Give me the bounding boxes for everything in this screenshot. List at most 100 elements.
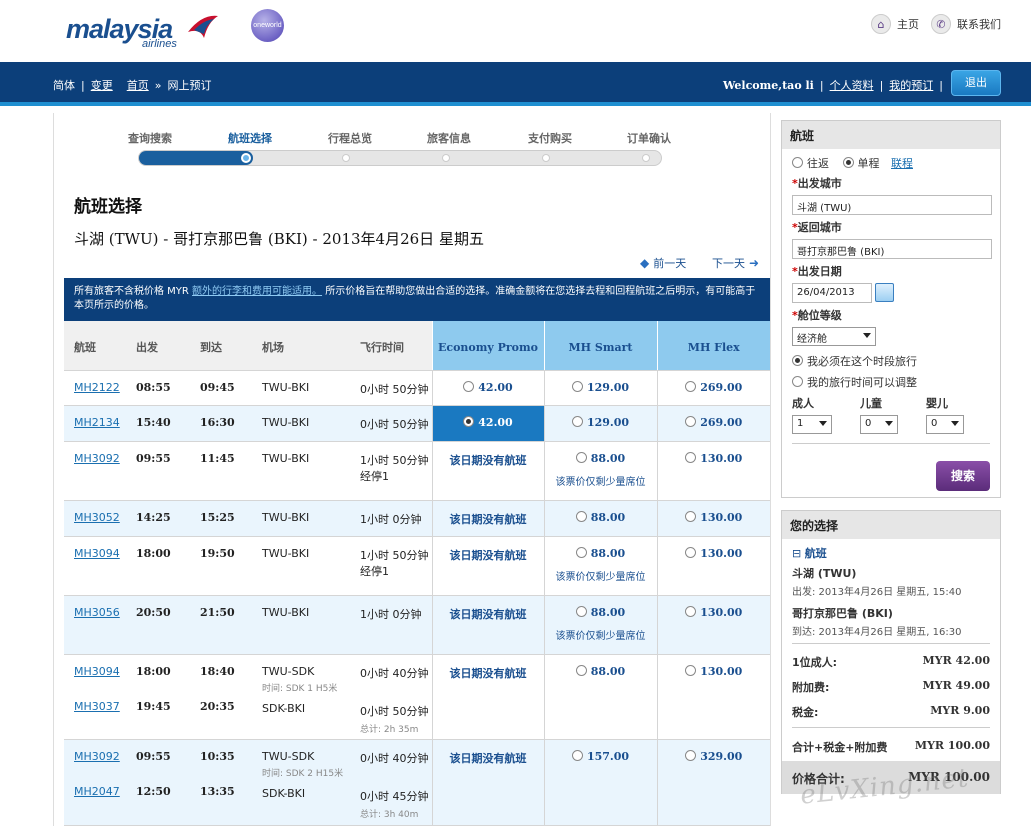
table-row: MH3092 MH2047 09:55 12:50 10:35 13:35 TWU-S… <box>64 739 770 826</box>
adult-fare-label: 1位成人: <box>792 656 838 669</box>
multi-city-link[interactable]: 联程 <box>891 157 913 170</box>
class-label: *舱位等级 <box>792 309 842 322</box>
from-city-input[interactable]: 斗湖 (TWU) <box>792 195 992 215</box>
fare-price: 157.00 <box>586 749 630 763</box>
fare-cell-flex[interactable]: 130.00 <box>656 536 770 596</box>
flight-number-link[interactable]: MH2047 <box>74 785 120 798</box>
flight-number-link[interactable]: MH3092 <box>74 452 120 465</box>
col-flight: 航班 <box>64 321 126 371</box>
fare-cell-flex[interactable]: 130.00 <box>656 595 770 655</box>
duration: 0小时 50分钟 <box>360 382 429 396</box>
fare-radio[interactable] <box>685 380 697 392</box>
time-flexible-radio[interactable] <box>792 376 803 387</box>
fare-cell-smart[interactable]: 129.00 <box>543 370 657 406</box>
fare-radio[interactable] <box>571 749 583 761</box>
no-flight-text: 该日期没有航班 <box>449 751 527 765</box>
flight-number-link[interactable]: MH3094 <box>74 547 120 560</box>
fare-price: 130.00 <box>700 664 743 678</box>
flight-number-link[interactable]: MH3056 <box>74 606 120 619</box>
time-flexible-option[interactable]: 我的旅行时间可以调整 <box>792 374 917 390</box>
flight-number-link[interactable]: MH3094 <box>74 665 120 678</box>
my-bookings-link[interactable]: 我的预订 <box>889 77 933 93</box>
extra-fees-link[interactable]: 额外的行李和费用可能适用。 <box>192 286 322 297</box>
departure-date-input[interactable]: 26/04/2013 <box>792 283 872 303</box>
fare-cell-flex[interactable]: 269.00 <box>656 370 770 406</box>
flight-number-link[interactable]: MH3092 <box>74 750 120 763</box>
summary-to-city: 哥打京那巴鲁 (BKI) <box>792 607 893 620</box>
progress-dot <box>542 154 550 162</box>
contact-link[interactable]: ✆ 联系我们 <box>931 14 1001 34</box>
col-mh-flex: MH Flex <box>656 321 770 371</box>
adult-count-select[interactable]: 1 <box>792 415 832 434</box>
duration: 0小时 40分钟 <box>360 751 429 765</box>
fare-cell-flex[interactable]: 130.00 <box>656 441 770 501</box>
fare-price: 269.00 <box>700 380 743 394</box>
fare-cell-flex[interactable]: 329.00 <box>656 739 770 826</box>
to-city-input[interactable]: 哥打京那巴鲁 (BKI) <box>792 239 992 259</box>
previous-day-link[interactable]: ◆ 前一天 <box>640 255 686 271</box>
fare-radio-selected[interactable] <box>463 415 475 427</box>
change-language-link[interactable]: 变更 <box>91 77 113 93</box>
flight-toggle[interactable]: ⊟ 航班 <box>792 545 827 561</box>
fare-radio[interactable] <box>685 546 697 558</box>
fare-cell-smart[interactable]: 88.00 <box>543 654 657 740</box>
fare-radio[interactable] <box>685 451 697 463</box>
table-row: MH3052 14:25 15:25 TWU-BKI 1小时 0分钟 该日期没有… <box>64 500 770 537</box>
fare-radio[interactable] <box>575 546 587 558</box>
fare-price: 88.00 <box>590 510 626 524</box>
roundtrip-radio[interactable] <box>792 157 803 168</box>
flight-number-link[interactable]: MH3052 <box>74 511 120 524</box>
fare-cell-flex[interactable]: 269.00 <box>656 405 770 442</box>
fare-radio[interactable] <box>571 415 583 427</box>
search-button[interactable]: 搜索 <box>936 461 990 491</box>
next-day-link[interactable]: 下一天 ➜ <box>712 255 759 271</box>
calendar-icon[interactable] <box>875 283 894 302</box>
breadcrumb: 简体 | 变更 首页 » 网上预订 <box>53 77 212 93</box>
fare-radio[interactable] <box>685 605 697 617</box>
table-row: MH3092 09:55 11:45 TWU-BKI 1小时 50分钟 经停1 该… <box>64 441 770 501</box>
arrival-time: 10:35 <box>200 749 235 763</box>
fare-cell-promo[interactable]: 42.00 <box>431 370 544 406</box>
child-count-select[interactable]: 0 <box>860 415 898 434</box>
fare-radio[interactable] <box>575 605 587 617</box>
fare-radio[interactable] <box>685 664 697 676</box>
oneway-radio[interactable] <box>842 157 854 168</box>
time-fixed-label: 我必须在这个时段旅行 <box>807 355 917 368</box>
infant-count-select[interactable]: 0 <box>926 415 964 434</box>
fare-radio[interactable] <box>685 510 697 522</box>
time-fixed-option[interactable]: 我必须在这个时段旅行 <box>792 353 917 369</box>
previous-day-label: 前一天 <box>653 257 687 270</box>
fare-cell-promo-selected[interactable]: 42.00 <box>431 405 544 442</box>
fare-cell-smart[interactable]: 157.00 <box>543 739 657 826</box>
page-title: 航班选择 <box>74 197 142 217</box>
malaysia-airlines-logo[interactable]: malaysia airlines <box>66 10 226 50</box>
cabin-class-select[interactable]: 经济舱 <box>792 327 876 346</box>
fare-radio[interactable] <box>463 380 475 392</box>
flight-number-link[interactable]: MH2122 <box>74 381 120 394</box>
fare-cell-smart[interactable]: 88.00 该票价仅剩少量席位 <box>543 595 657 655</box>
breadcrumb-home-link[interactable]: 首页 <box>127 77 149 93</box>
time-fixed-radio[interactable] <box>792 355 803 366</box>
profile-link[interactable]: 个人资料 <box>830 77 874 93</box>
fare-price: 129.00 <box>586 380 630 394</box>
fare-radio[interactable] <box>575 451 587 463</box>
home-link[interactable]: ⌂ 主页 <box>871 14 919 34</box>
airport-code: TWU-SDK <box>262 749 315 763</box>
fare-cell-smart[interactable]: 88.00 该票价仅剩少量席位 <box>543 441 657 501</box>
fare-cell-smart[interactable]: 88.00 <box>543 500 657 537</box>
departure-time: 09:55 <box>136 451 171 465</box>
flight-number-link[interactable]: MH2134 <box>74 416 120 429</box>
fare-radio[interactable] <box>571 380 583 392</box>
flight-number-link[interactable]: MH3037 <box>74 700 120 713</box>
fare-cell-flex[interactable]: 130.00 <box>656 654 770 740</box>
divider <box>792 643 990 644</box>
fare-cell-smart[interactable]: 129.00 <box>543 405 657 442</box>
fare-radio[interactable] <box>685 415 697 427</box>
fare-radio[interactable] <box>575 664 587 676</box>
logout-button[interactable]: 退出 <box>951 70 1001 96</box>
fare-cell-flex[interactable]: 130.00 <box>656 500 770 537</box>
fare-radio[interactable] <box>685 749 697 761</box>
few-seats-note: 该票价仅剩少量席位 <box>555 476 646 488</box>
fare-radio[interactable] <box>575 510 587 522</box>
fare-cell-smart[interactable]: 88.00 该票价仅剩少量席位 <box>543 536 657 596</box>
